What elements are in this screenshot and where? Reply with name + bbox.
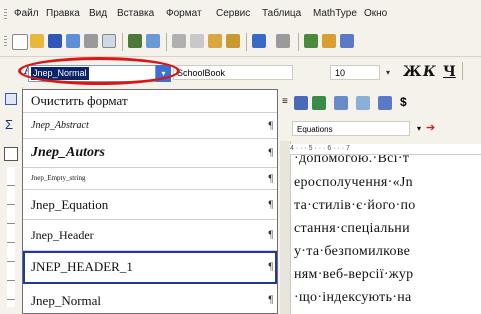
paragraph-mark-icon: ¶ [268,199,273,210]
field-icon[interactable] [378,96,392,110]
sum-icon[interactable]: Σ [5,117,13,132]
bold-button[interactable]: Ж [403,64,421,80]
left-toolbar-strip: Σ [0,87,23,314]
paragraph-mark-icon: ¶ [268,173,273,184]
list-item[interactable]: JNEP_HEADER_1 ¶ [23,251,277,284]
list-item[interactable]: Jnep_Autors ¶ [23,139,277,168]
menu-window[interactable]: Окно [364,8,387,19]
style-label: Jnep_Normal [31,293,102,308]
vertical-ruler [7,167,15,307]
style-label: JNEP_HEADER_1 [31,259,133,274]
tables-borders-icon[interactable] [322,34,336,48]
style-label: Jnep_Abstract [31,120,89,131]
paragraph-mark-icon: ¶ [268,294,273,305]
style-dropdown-list: Очистить формат Jnep_Abstract ¶ Jnep_Aut… [22,89,278,314]
permission-icon[interactable] [66,34,80,48]
italic-button[interactable]: К [423,64,436,80]
frame-icon[interactable] [356,96,370,110]
list-item[interactable]: Очистить формат [23,90,277,113]
hyperlink-icon[interactable] [304,34,318,48]
list-item[interactable]: Jnep_Header ¶ [23,220,277,251]
research-icon[interactable] [146,34,160,48]
equations-combo-input[interactable]: Equations [292,121,410,136]
chart-icon[interactable] [312,96,326,110]
toolbar-grip[interactable] [4,9,7,21]
menu-bar: Файл Правка Вид Вставка Формат Сервис Та… [0,0,481,28]
copy-icon[interactable] [190,34,204,48]
menu-edit[interactable]: Правка [46,8,80,19]
font-combo-input[interactable]: SchoolBook [173,65,293,80]
menu-format[interactable]: Формат [166,8,202,19]
document-line: еросполучення·«Jn [294,175,413,190]
list-item[interactable]: Jnep_Empty_string ¶ [23,168,277,190]
redo-icon[interactable] [276,34,290,48]
menu-file[interactable]: Файл [14,8,39,19]
font-size-dropdown-icon[interactable]: ▾ [383,66,393,80]
undo-icon[interactable] [252,34,266,48]
paragraph-mark-icon: ¶ [268,120,273,131]
insert-table-icon[interactable] [340,34,354,48]
print-icon[interactable] [84,34,98,48]
cut-icon[interactable] [172,34,186,48]
list-item[interactable]: Jnep_Equation ¶ [23,190,277,220]
list-item[interactable]: Jnep_Normal ¶ [23,284,277,313]
paragraph-mark-icon: ¶ [268,261,273,273]
style-label: Jnep_Empty_string [31,174,86,182]
table-icon[interactable] [334,96,348,110]
save-icon[interactable] [48,34,62,48]
paste-icon[interactable] [208,34,222,48]
right-toolbar-1: ≡ $ [280,90,481,114]
menu-tools[interactable]: Сервис [216,8,250,19]
dollar-icon[interactable]: $ [400,95,407,109]
menu-mathtype[interactable]: MathType [313,8,357,19]
document-line: ·допомогою.·Всі·т [294,155,410,166]
open-folder-icon[interactable] [30,34,44,48]
style-label: Jnep_Autors [31,145,105,160]
print-preview-icon[interactable] [102,34,116,48]
format-painter-icon[interactable] [226,34,240,48]
document-left-margin [280,141,291,314]
insert-arrow-icon[interactable]: ➔ [426,122,435,135]
underline-button[interactable]: Ч [443,64,456,80]
standard-toolbar [0,28,481,57]
document-line: стання·спеціальни [294,221,410,236]
menu-insert[interactable]: Вставка [117,8,154,19]
reveal-formatting-icon[interactable] [5,93,17,105]
document-line: ·що·індексують·на [294,290,412,305]
horizontal-ruler: 4 · · · 5 · · · 6 · · · 7 [290,144,481,155]
toolbar-grip[interactable] [4,36,7,48]
paragraph-mark-icon: ¶ [268,229,273,241]
zoom-icon[interactable] [294,96,308,110]
menu-view[interactable]: Вид [89,8,107,19]
document-line: ням·веб-версії·жур [294,267,414,282]
font-size-combo-input[interactable]: 10 [330,65,380,80]
highlight-oval [18,57,180,85]
clear-format-label: Очистить формат [31,93,128,108]
document-page[interactable]: ·допомогою.·Всі·т еросполучення·«Jn та·с… [291,155,481,314]
outline-icon[interactable]: ≡ [282,96,288,107]
document-line: та·стилів·є·його·по [294,198,416,213]
style-label: Jnep_Header [31,228,94,242]
equations-dropdown-icon[interactable]: ▾ [414,121,424,136]
new-document-icon[interactable] [12,34,28,50]
paragraph-mark-icon: ¶ [268,147,273,159]
menu-table[interactable]: Таблица [262,8,301,19]
document-line: у·та·безпомилкове [294,244,411,259]
style-label: Jnep_Equation [31,197,109,212]
spelling-icon[interactable] [128,34,142,48]
tab-selector-icon[interactable] [4,147,18,161]
list-item[interactable]: Jnep_Abstract ¶ [23,113,277,139]
